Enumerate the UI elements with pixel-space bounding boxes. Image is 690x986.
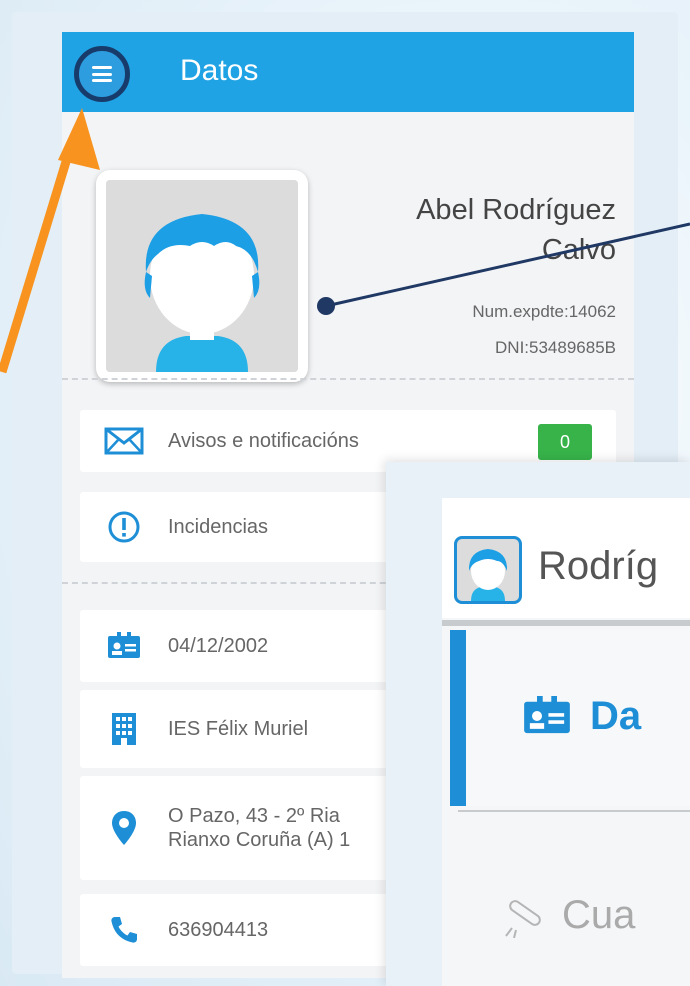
annotation-arrows	[0, 108, 690, 374]
pointer-line	[317, 222, 690, 315]
orange-arrow-icon	[0, 108, 100, 374]
